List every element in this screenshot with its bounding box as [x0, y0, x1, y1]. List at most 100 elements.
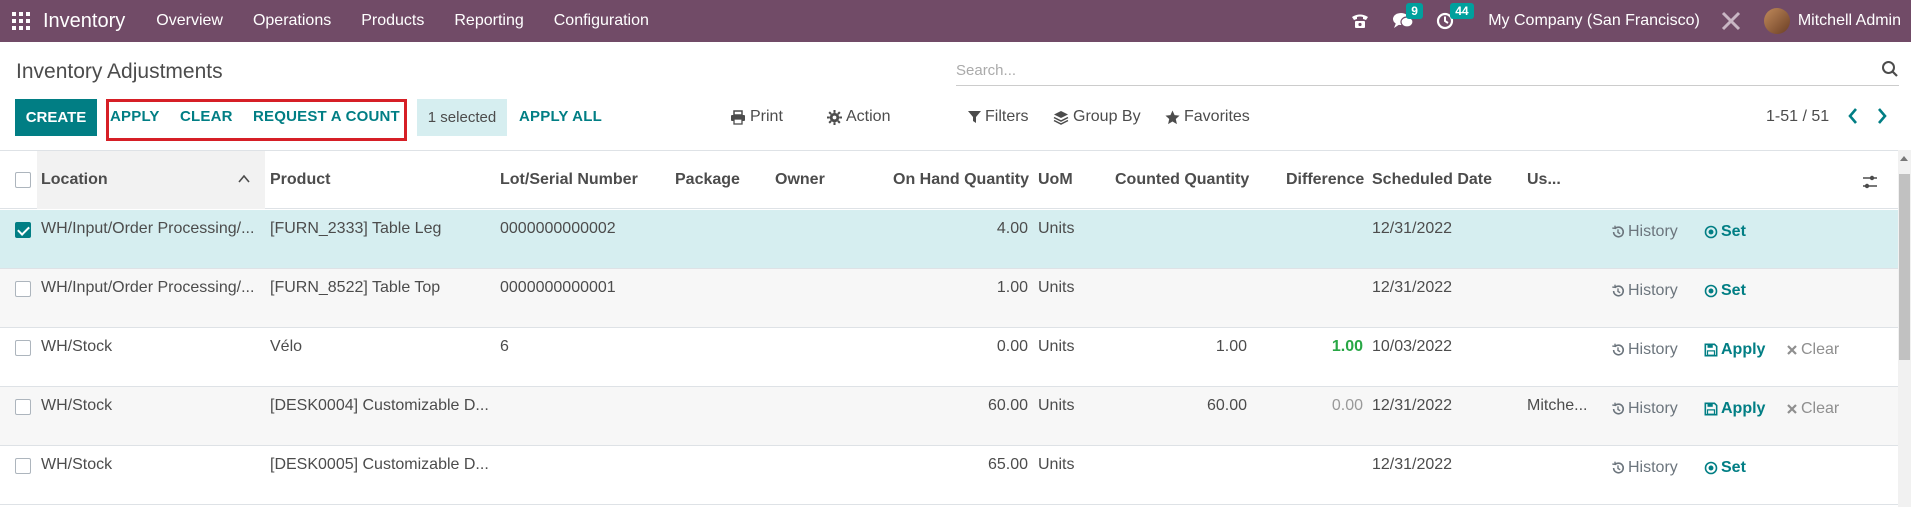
user-avatar[interactable]	[1763, 8, 1790, 34]
cell-product: [DESK0005] Customizable D...	[270, 456, 489, 473]
tools-icon[interactable]	[1720, 10, 1742, 32]
action-dropdown[interactable]: Action	[827, 108, 890, 126]
create-button[interactable]: CREATE	[15, 99, 97, 136]
menu-reporting[interactable]: Reporting	[439, 12, 538, 30]
favorites-dropdown[interactable]: Favorites	[1165, 108, 1250, 126]
menu-products[interactable]: Products	[346, 12, 439, 30]
header-product[interactable]: Product	[270, 171, 330, 189]
cell-difference: 0.00	[1331, 397, 1363, 414]
apps-menu-icon[interactable]	[12, 12, 30, 30]
set-button[interactable]: Set	[1704, 223, 1746, 241]
pager-previous-icon[interactable]	[1846, 106, 1860, 126]
table-row[interactable]: WH/Input/Order Processing/... [FURN_2333…	[0, 210, 1898, 269]
messages-icon[interactable]: 9	[1392, 3, 1423, 30]
scroll-up-arrow-icon[interactable]	[1900, 156, 1908, 161]
row-checkbox[interactable]	[15, 222, 31, 238]
pager-next-icon[interactable]	[1875, 106, 1889, 126]
history-icon	[1612, 343, 1624, 356]
apply-row-button[interactable]: Apply	[1704, 341, 1765, 359]
history-button[interactable]: History	[1611, 400, 1678, 418]
activities-clock-icon[interactable]: 44	[1436, 3, 1474, 30]
cell-scheduled: 10/03/2022	[1372, 338, 1453, 355]
cell-location: WH/Stock	[41, 397, 113, 414]
filters-dropdown[interactable]: Filters	[968, 108, 1029, 126]
clear-row-label: Clear	[1801, 400, 1840, 417]
select-all-checkbox[interactable]	[15, 172, 31, 188]
save-icon	[1704, 343, 1718, 357]
cell-location: WH/Input/Order Processing/...	[41, 279, 255, 296]
cell-uom: Units	[1038, 220, 1075, 237]
row-checkbox[interactable]	[15, 340, 31, 356]
table-row[interactable]: WH/Stock Vélo 6 0.00 Units 1.00 1.00 10/…	[0, 328, 1898, 387]
company-switcher[interactable]: My Company (San Francisco)	[1488, 12, 1700, 30]
history-button[interactable]: History	[1611, 459, 1678, 477]
request-count-button[interactable]: REQUEST A COUNT	[253, 108, 400, 125]
set-button[interactable]: Set	[1704, 282, 1746, 300]
table-row[interactable]: WH/Stock [DESK0005] Customizable D... 65…	[0, 446, 1898, 505]
row-checkbox[interactable]	[15, 281, 31, 297]
search-icon[interactable]	[1881, 60, 1899, 78]
header-uom[interactable]: UoM	[1038, 171, 1073, 189]
messages-badge: 9	[1406, 3, 1423, 19]
header-user[interactable]: Us...	[1527, 171, 1561, 189]
save-icon	[1704, 402, 1718, 416]
scrollbar-thumb[interactable]	[1899, 174, 1910, 360]
cell-scheduled: 12/31/2022	[1372, 220, 1453, 237]
search-input[interactable]	[956, 56, 1836, 84]
vertical-scrollbar[interactable]	[1898, 150, 1911, 507]
optional-columns-icon[interactable]	[1862, 174, 1878, 190]
user-menu[interactable]: Mitchell Admin	[1798, 12, 1901, 30]
clear-button[interactable]: CLEAR	[180, 108, 233, 125]
cell-uom: Units	[1038, 279, 1075, 296]
apply-row-label: Apply	[1721, 400, 1766, 417]
history-button[interactable]: History	[1611, 223, 1678, 241]
set-button[interactable]: Set	[1704, 459, 1746, 477]
row-checkbox[interactable]	[15, 458, 31, 474]
header-on-hand-quantity[interactable]: On Hand Quantity	[893, 171, 1029, 189]
table-header: Location Product Lot/Serial Number Packa…	[0, 151, 1898, 209]
bullseye-icon	[1704, 225, 1718, 239]
page-title: Inventory Adjustments	[16, 60, 223, 83]
cell-scheduled: 12/31/2022	[1372, 456, 1453, 473]
menu-overview[interactable]: Overview	[141, 12, 238, 30]
cell-counted[interactable]: 60.00	[1130, 397, 1247, 415]
header-location[interactable]: Location	[41, 171, 108, 189]
history-label: History	[1628, 223, 1678, 240]
history-label: History	[1628, 341, 1678, 358]
apply-row-button[interactable]: Apply	[1704, 400, 1765, 418]
history-icon	[1612, 461, 1624, 474]
header-difference[interactable]: Difference	[1286, 171, 1364, 189]
filters-label: Filters	[985, 108, 1029, 125]
history-button[interactable]: History	[1611, 282, 1678, 300]
menu-configuration[interactable]: Configuration	[539, 12, 664, 30]
table-row[interactable]: WH/Stock [DESK0004] Customizable D... 60…	[0, 387, 1898, 446]
menu-operations[interactable]: Operations	[238, 12, 346, 30]
favorites-label: Favorites	[1184, 108, 1250, 125]
cell-product: [DESK0004] Customizable D...	[270, 397, 489, 414]
cell-product: Vélo	[270, 338, 303, 355]
print-dropdown[interactable]: Print	[730, 108, 783, 126]
clear-row-button[interactable]: Clear	[1786, 341, 1839, 359]
phone-icon[interactable]	[1350, 12, 1370, 30]
cell-uom: Units	[1038, 397, 1075, 414]
header-counted-quantity[interactable]: Counted Quantity	[1115, 171, 1249, 189]
apply-button[interactable]: APPLY	[110, 108, 160, 125]
app-name[interactable]: Inventory	[43, 10, 125, 33]
group-by-dropdown[interactable]: Group By	[1053, 108, 1141, 126]
apply-all-button[interactable]: APPLY ALL	[519, 108, 602, 125]
cell-product: [FURN_8522] Table Top	[270, 279, 441, 296]
cell-counted[interactable]: 1.00	[1130, 338, 1247, 356]
clear-row-button[interactable]: Clear	[1786, 400, 1839, 418]
header-scheduled-date[interactable]: Scheduled Date	[1372, 171, 1492, 189]
gear-icon	[827, 109, 842, 125]
table-row[interactable]: WH/Input/Order Processing/... [FURN_8522…	[0, 269, 1898, 328]
history-icon	[1612, 402, 1624, 415]
header-owner[interactable]: Owner	[775, 171, 825, 189]
header-package[interactable]: Package	[675, 171, 740, 189]
search-box	[956, 56, 1899, 86]
print-label: Print	[750, 108, 783, 125]
row-checkbox[interactable]	[15, 399, 31, 415]
header-lot-serial[interactable]: Lot/Serial Number	[500, 171, 638, 189]
history-button[interactable]: History	[1611, 341, 1678, 359]
pager-value[interactable]: 1-51 / 51	[1766, 108, 1829, 126]
